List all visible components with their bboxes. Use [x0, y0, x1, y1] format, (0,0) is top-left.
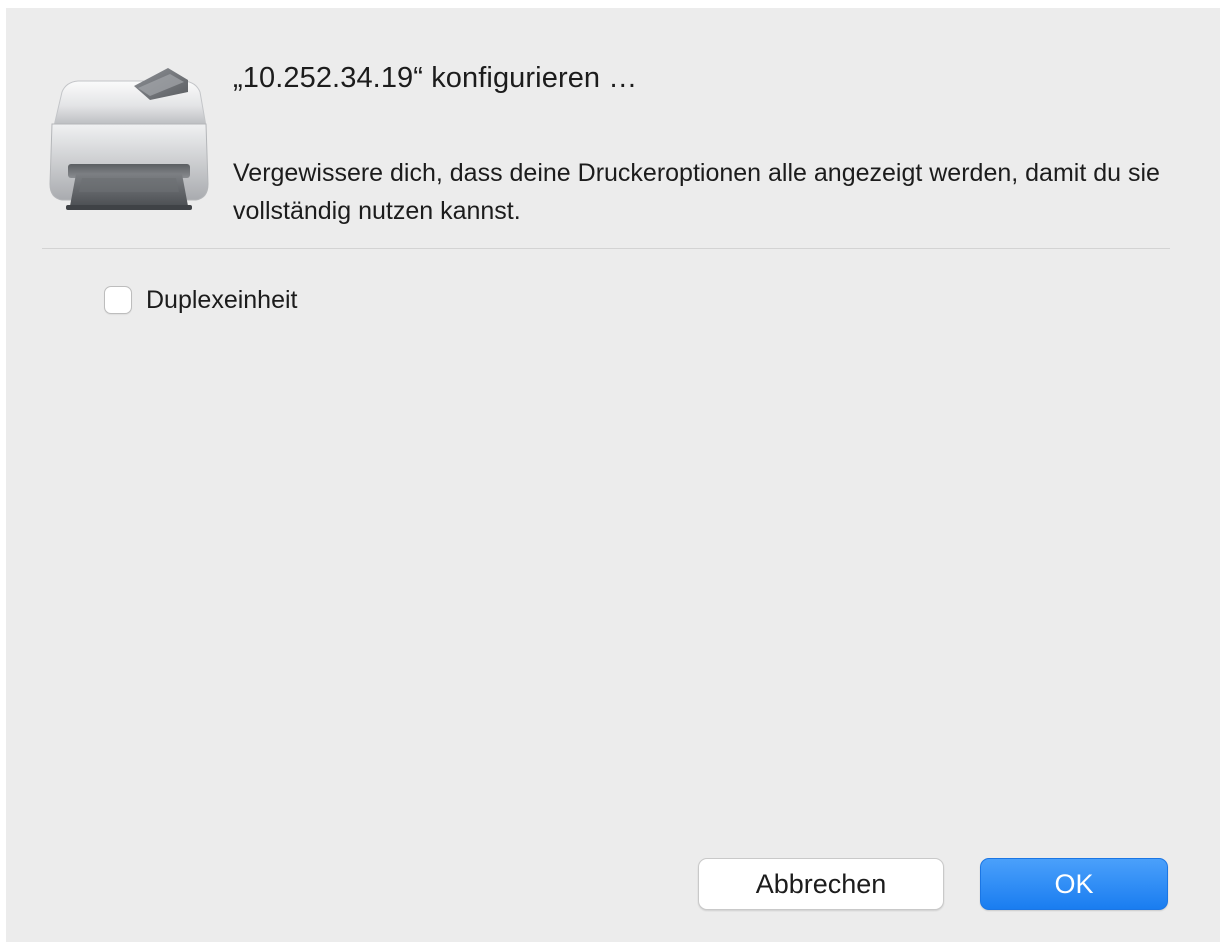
- duplex-checkbox[interactable]: [104, 286, 132, 314]
- printer-icon: [46, 66, 212, 218]
- duplex-checkbox-label[interactable]: Duplexeinheit: [146, 286, 298, 315]
- divider: [42, 248, 1170, 249]
- dialog-message: Vergewissere dich, dass deine Druckeropt…: [233, 159, 1160, 225]
- ok-button[interactable]: OK: [980, 858, 1168, 910]
- dialog-title: „10.252.34.19“ konfigurieren …: [233, 62, 638, 94]
- printer-setup-dialog: „10.252.34.19“ konfigurieren … Vergewiss…: [6, 8, 1220, 942]
- cancel-button[interactable]: Abbrechen: [698, 858, 944, 910]
- option-duplex[interactable]: Duplexeinheit: [104, 283, 298, 317]
